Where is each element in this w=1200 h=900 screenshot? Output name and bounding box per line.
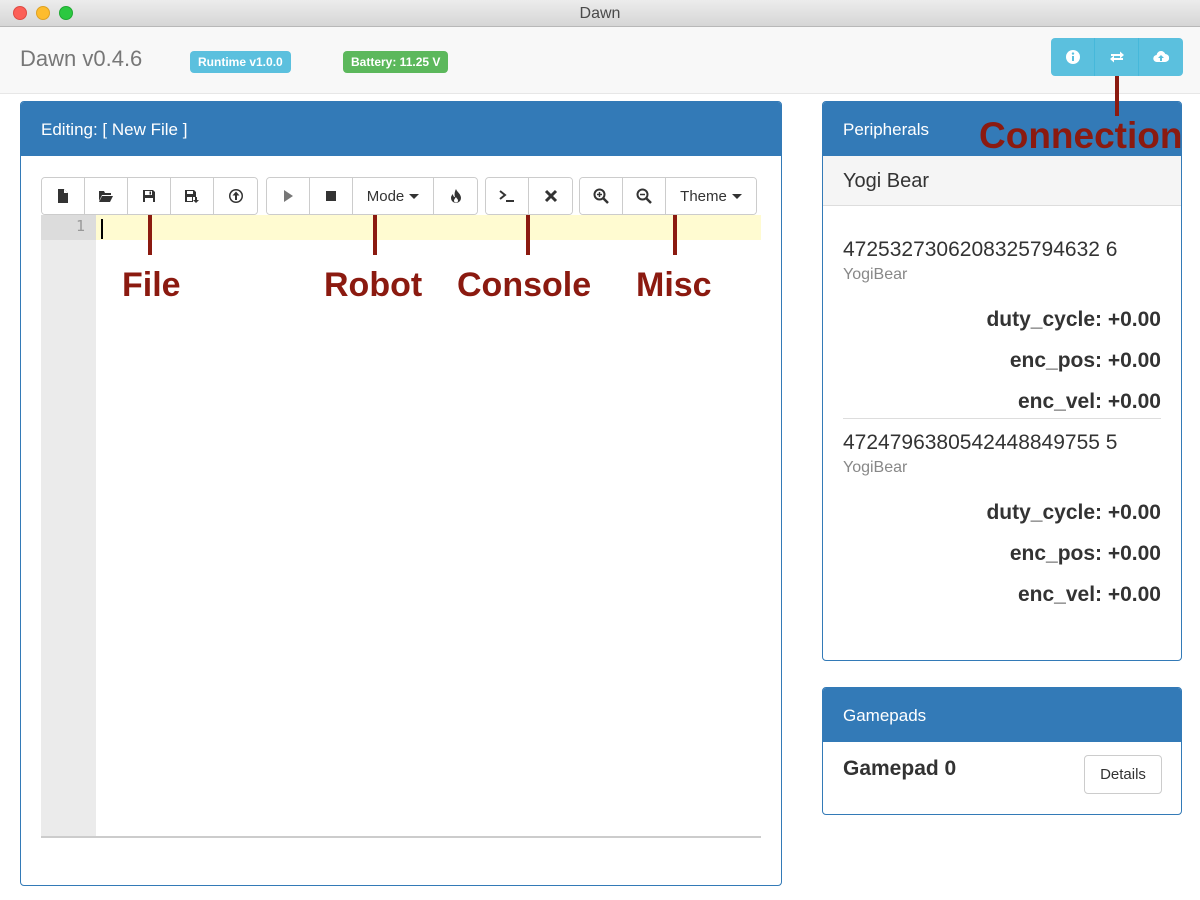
peripheral-item: 4724796380542448849755 5 YogiBear duty_c… xyxy=(843,419,1161,607)
robot-annotation: Robot xyxy=(324,266,423,304)
caret-down-icon xyxy=(731,193,742,199)
mode-label: Mode xyxy=(366,187,405,205)
new-file-button[interactable] xyxy=(42,178,85,214)
peripheral-param: duty_cycle: +0.00 xyxy=(986,308,1161,331)
robot-annotation-line xyxy=(373,215,377,255)
new-file-icon xyxy=(58,189,68,203)
exchange-icon xyxy=(1109,51,1124,63)
connection-annotation: Connection xyxy=(979,115,1182,156)
window-titlebar: Dawn xyxy=(0,0,1200,27)
misc-button-group: Theme xyxy=(579,177,757,215)
file-button-group xyxy=(41,177,258,215)
peripheral-id: 4724796380542448849755 5 xyxy=(843,431,1118,454)
peripheral-item: 4725327306208325794632 6 YogiBear duty_c… xyxy=(843,206,1161,414)
console-annotation: Console xyxy=(457,266,592,304)
info-button[interactable] xyxy=(1051,38,1095,76)
gamepad-name: Gamepad 0 xyxy=(843,757,957,780)
fire-icon xyxy=(450,189,461,203)
runtime-badge: Runtime v1.0.0 xyxy=(190,51,291,73)
line-number: 1 xyxy=(75,217,85,235)
run-button[interactable] xyxy=(267,178,310,214)
terminal-icon xyxy=(499,190,514,202)
save-as-icon xyxy=(185,190,199,203)
peripheral-type: YogiBear xyxy=(843,266,908,283)
gamepad-details-button[interactable]: Details xyxy=(1084,755,1162,794)
stop-button[interactable] xyxy=(310,178,353,214)
misc-annotation-line xyxy=(673,215,677,255)
peripheral-param: enc_vel: +0.00 xyxy=(1017,583,1161,606)
open-folder-icon xyxy=(99,191,113,202)
peripheral-param: enc_pos: +0.00 xyxy=(1009,349,1161,372)
window-title: Dawn xyxy=(579,5,621,22)
save-file-button[interactable] xyxy=(128,178,171,214)
upload-code-button[interactable] xyxy=(1139,38,1183,76)
peripheral-param: duty_cycle: +0.00 xyxy=(986,501,1161,524)
file-annotation-line xyxy=(148,215,152,255)
misc-annotation: Misc xyxy=(636,266,712,304)
text-cursor xyxy=(101,219,103,239)
app-header: Dawn v0.4.6 Runtime v1.0.0 Battery: 11.2… xyxy=(0,27,1200,94)
cloud-upload-icon xyxy=(1153,51,1169,63)
mode-dropdown[interactable]: Mode xyxy=(353,178,434,214)
toggle-console-button[interactable] xyxy=(486,178,529,214)
app-brand: Dawn v0.4.6 xyxy=(20,46,143,71)
gamepads-panel: Gamepads Gamepad 0 Details xyxy=(822,687,1182,815)
zoom-in-icon xyxy=(593,188,609,204)
peripheral-type: YogiBear xyxy=(843,459,908,476)
connection-settings-button[interactable] xyxy=(1095,38,1139,76)
upload-icon xyxy=(228,189,243,203)
robot-button-group: Mode xyxy=(266,177,478,215)
theme-dropdown[interactable]: Theme xyxy=(666,178,756,214)
editor-gutter xyxy=(41,215,96,836)
device-name: Yogi Bear xyxy=(823,156,1181,206)
clear-console-button[interactable] xyxy=(529,178,572,214)
editor-panel: Editing: [ New File ] Mode Theme 1 File … xyxy=(20,101,782,886)
save-icon xyxy=(143,190,155,202)
active-line-highlight xyxy=(96,215,761,240)
play-icon xyxy=(284,190,293,202)
zoom-out-icon xyxy=(636,188,652,204)
battery-badge: Battery: 11.25 V xyxy=(343,51,449,73)
gamepads-heading: Gamepads xyxy=(823,688,1181,742)
peripheral-list: 4725327306208325794632 6 YogiBear duty_c… xyxy=(823,206,1181,607)
peripherals-panel: Peripherals Yogi Bear 472532730620832579… xyxy=(822,101,1182,661)
code-editor[interactable]: 1 xyxy=(41,215,761,838)
upload-file-button[interactable] xyxy=(214,178,257,214)
console-button-group xyxy=(485,177,573,215)
peripheral-id: 4725327306208325794632 6 xyxy=(843,238,1118,261)
estop-button[interactable] xyxy=(434,178,477,214)
clear-icon xyxy=(544,189,557,203)
zoom-out-button[interactable] xyxy=(623,178,666,214)
open-file-button[interactable] xyxy=(85,178,128,214)
console-annotation-line xyxy=(526,215,530,255)
caret-down-icon xyxy=(409,193,420,199)
zoom-in-button[interactable] xyxy=(580,178,623,214)
editor-heading: Editing: [ New File ] xyxy=(21,102,781,156)
save-as-button[interactable] xyxy=(171,178,214,214)
info-icon xyxy=(1065,50,1080,64)
connection-button-group xyxy=(1051,38,1183,76)
peripheral-param: enc_vel: +0.00 xyxy=(1017,390,1161,413)
theme-label: Theme xyxy=(680,187,727,205)
file-annotation: File xyxy=(122,266,181,304)
connection-annotation-line xyxy=(1115,76,1119,116)
peripheral-param: enc_pos: +0.00 xyxy=(1009,542,1161,565)
stop-icon xyxy=(326,191,336,201)
